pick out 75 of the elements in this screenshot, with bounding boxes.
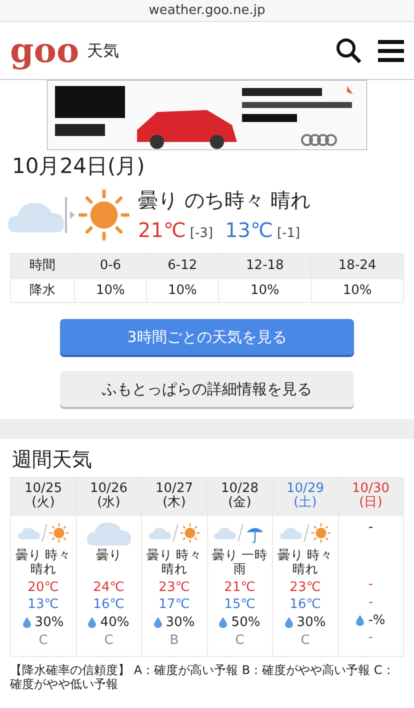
day-label: 10/27 (木) xyxy=(154,482,194,511)
high-temperature: 23℃ xyxy=(290,580,321,596)
rain-chance: 40% xyxy=(100,614,130,631)
high-temperature: 23℃ xyxy=(158,580,190,596)
reliability-grade: C xyxy=(235,632,244,648)
weather-text: 曇り 一時雨 xyxy=(210,548,269,578)
day-label: 10/29 (土) xyxy=(286,482,325,511)
cloud-icon xyxy=(148,525,171,540)
reliability-grade: C xyxy=(300,632,310,648)
temperature-difference: [-3] xyxy=(190,225,214,244)
temperature-difference: [-1] xyxy=(276,225,300,244)
table-cell: 10% xyxy=(311,278,404,303)
table-cell: 18-24 xyxy=(311,254,404,278)
low-temperature: 13℃ xyxy=(225,217,273,244)
low-temperature: 16℃ xyxy=(290,597,321,613)
sun-icon xyxy=(48,522,69,543)
cloud-icon xyxy=(280,525,302,540)
high-temperature: 20℃ xyxy=(28,580,59,596)
weather-text: 曇り xyxy=(94,548,123,564)
raindrop-icon xyxy=(154,617,162,628)
link-button[interactable]: ふもとっぱらの詳細情報を見る xyxy=(60,371,354,408)
low-temperature: 17℃ xyxy=(158,597,190,613)
raindrop-icon xyxy=(88,617,96,628)
reliability-grade: - xyxy=(368,630,374,646)
weather-text: 曇り 時々晴れ xyxy=(14,548,72,578)
cloud-icon xyxy=(214,525,236,540)
cloud-icon xyxy=(18,525,40,540)
raindrop-icon xyxy=(219,617,228,628)
table-cell: 0-6 xyxy=(74,254,146,278)
weather-text: 曇り 時々晴れ xyxy=(276,548,334,578)
weather-summary: 曇り のち時々 晴れ xyxy=(138,187,311,214)
table-cell: 降水 xyxy=(10,278,75,303)
reliability-grade: C xyxy=(38,632,48,648)
section-title: 天気 xyxy=(87,40,120,62)
day-label: 10/25 (火) xyxy=(24,482,63,511)
table-cell: 時間 xyxy=(10,254,75,278)
day-label: 10/28 (金) xyxy=(220,482,260,511)
table-cell: 10% xyxy=(74,278,146,303)
rain-chance: 30% xyxy=(296,614,326,631)
rain-chance: 50% xyxy=(231,614,260,631)
low-temperature: 16℃ xyxy=(93,597,124,613)
rain-chance: 30% xyxy=(166,614,195,631)
link-button[interactable]: 3時間ごとの天気を見る xyxy=(60,319,354,356)
menu-icon[interactable] xyxy=(378,40,404,62)
goo-logo[interactable]: goo xyxy=(10,34,80,68)
high-temperature: 24℃ xyxy=(93,580,124,596)
table-cell: 6-12 xyxy=(146,254,219,278)
low-temperature: 15℃ xyxy=(224,597,256,613)
footnote-text: 【降水確率の信頼度】 A：確度が高い予報 B：確度がやや高い予報 C：確度がやや低い予報 xyxy=(10,662,396,692)
low-temperature: - xyxy=(368,594,374,611)
dash-text: - xyxy=(368,520,374,536)
low-temperature: 13℃ xyxy=(28,597,59,613)
day-label: 10/26 (水) xyxy=(89,482,128,511)
high-temperature: - xyxy=(368,577,374,593)
weather-text: 曇り 時々晴れ xyxy=(145,548,204,578)
search-icon[interactable] xyxy=(336,38,362,64)
table-cell: 10% xyxy=(218,278,312,303)
sun-icon xyxy=(180,522,200,543)
section-heading: 週間天気 xyxy=(12,447,93,472)
table-cell: 12-18 xyxy=(218,254,312,278)
reliability-grade: B xyxy=(170,632,179,648)
rain-chance: 30% xyxy=(34,614,64,631)
sun-icon xyxy=(310,522,331,543)
high-temperature: 21℃ xyxy=(224,580,256,596)
url-text[interactable]: weather.goo.ne.jp xyxy=(0,0,414,22)
raindrop-icon xyxy=(284,617,293,628)
sun-icon xyxy=(78,189,130,242)
day-label: 10/30 (日) xyxy=(351,482,390,511)
table-cell: 10% xyxy=(146,278,219,303)
reliability-grade: C xyxy=(104,632,114,648)
date-heading: 10月24日(月) xyxy=(12,154,146,180)
high-temperature: 21℃ xyxy=(138,217,186,244)
raindrop-icon xyxy=(22,617,31,628)
raindrop-icon xyxy=(356,614,364,626)
rain-chance: -% xyxy=(368,612,386,628)
